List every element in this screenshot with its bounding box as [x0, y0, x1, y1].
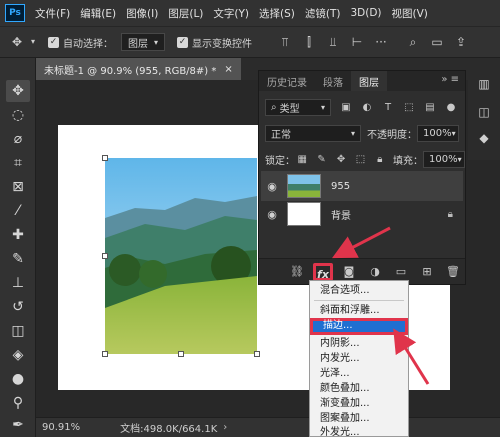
annotation-arrow [393, 328, 430, 385]
annotation-arrow [332, 226, 391, 259]
annotation-overlay [332, 226, 430, 385]
